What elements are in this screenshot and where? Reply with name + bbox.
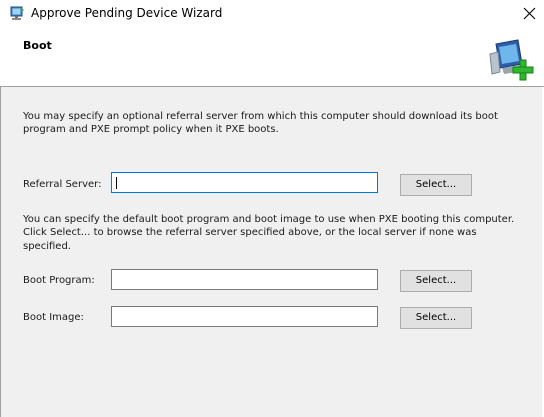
wizard-header: Boot	[0, 28, 544, 86]
panel-edge	[0, 87, 1, 417]
boot-program-input[interactable]	[111, 269, 378, 290]
computer-add-icon	[488, 38, 538, 82]
boot-program-label: Boot Program:	[23, 275, 95, 286]
page-title: Boot	[23, 39, 52, 52]
close-button[interactable]	[514, 0, 544, 28]
referral-server-input[interactable]	[111, 172, 378, 193]
boot-image-label: Boot Image:	[23, 312, 84, 323]
referral-description: You may specify an optional referral ser…	[23, 111, 498, 136]
title-bar: Approve Pending Device Wizard	[0, 0, 544, 28]
referral-server-select-button[interactable]: Select...	[400, 174, 472, 196]
wizard-window: Approve Pending Device Wizard Boot You m…	[0, 0, 544, 417]
close-icon	[523, 7, 536, 20]
window-title: Approve Pending Device Wizard	[31, 6, 223, 20]
boot-program-select-button[interactable]: Select...	[400, 270, 472, 292]
boot-description: You can specify the default boot program…	[23, 214, 515, 252]
referral-server-label: Referral Server:	[23, 179, 102, 190]
wizard-computer-icon	[9, 6, 25, 22]
text-caret	[116, 177, 117, 189]
boot-image-select-button[interactable]: Select...	[400, 307, 472, 329]
boot-image-input[interactable]	[111, 306, 378, 327]
